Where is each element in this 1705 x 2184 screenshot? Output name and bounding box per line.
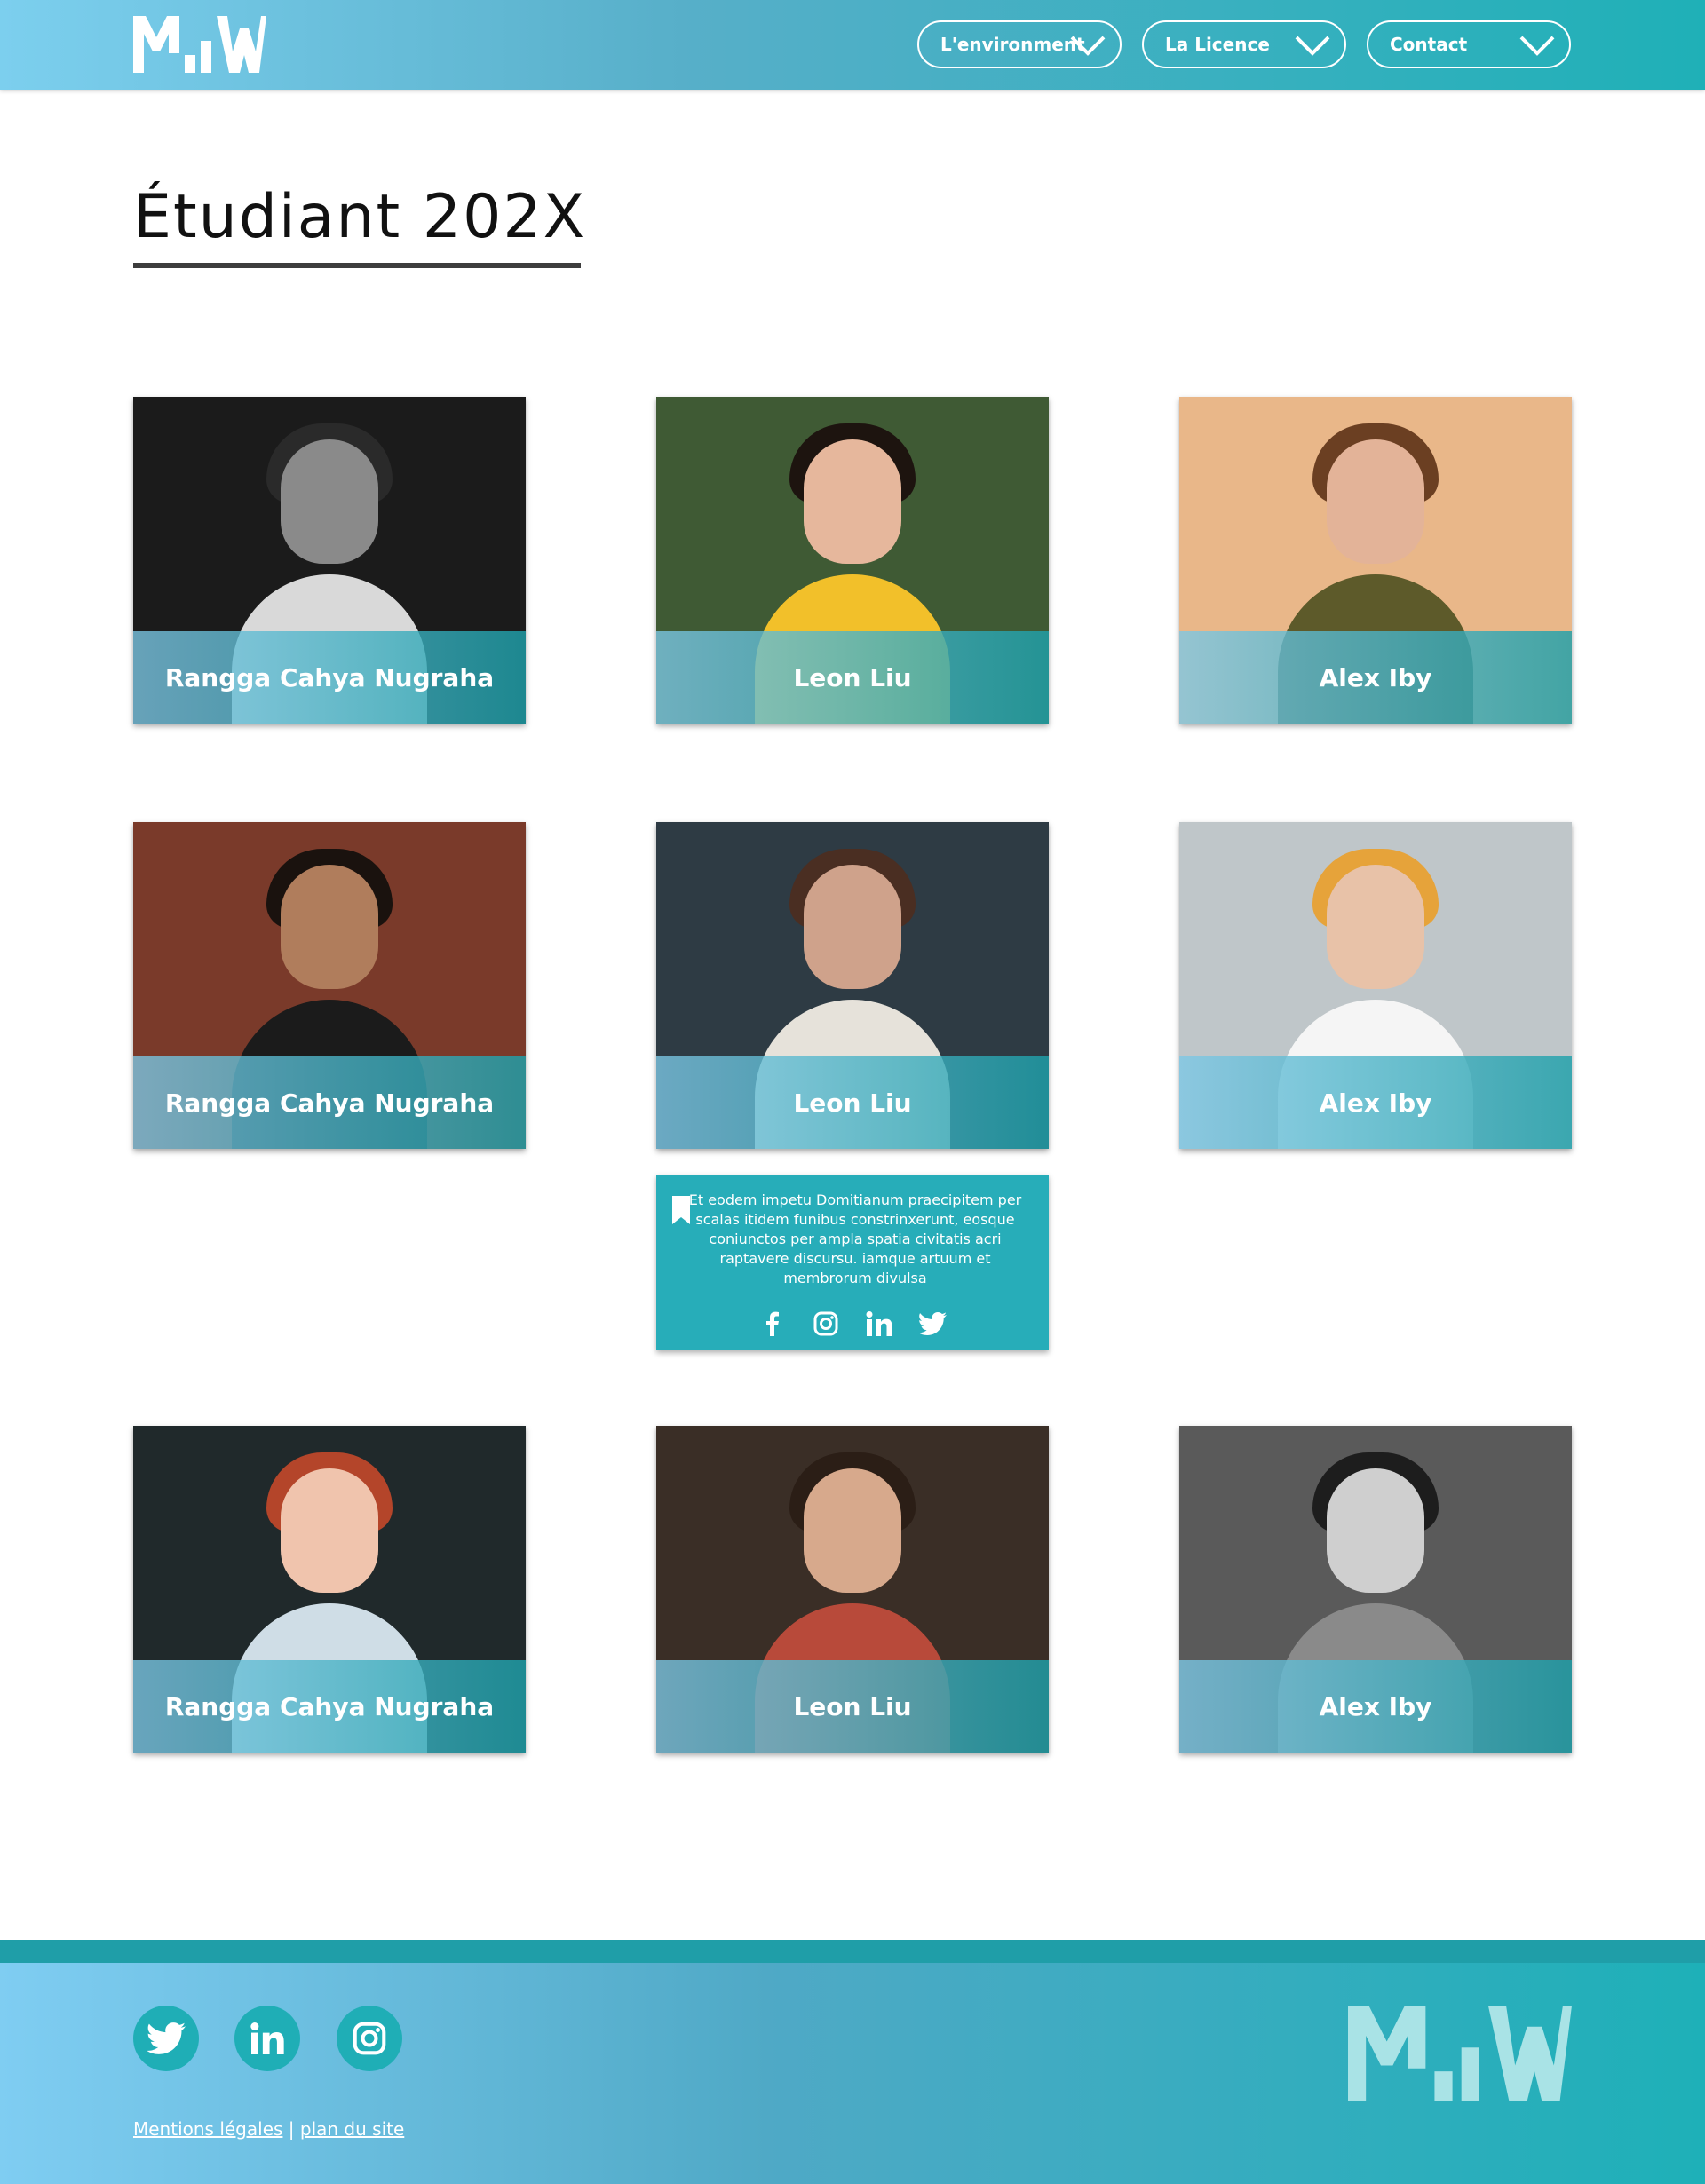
student-name: Leon Liu (793, 1691, 912, 1721)
student-bio: Et eodem impetu Domitianum praecipitem p… (688, 1191, 1022, 1286)
student-name: Rangga Cahya Nugraha (164, 1691, 495, 1721)
nav-label: Contact (1390, 34, 1468, 55)
student-name: Rangga Cahya Nugraha (164, 1088, 495, 1118)
student-card-selected[interactable]: Leon Liu (656, 822, 1049, 1149)
linkedin-icon[interactable] (865, 1310, 893, 1338)
student-name: Leon Liu (793, 1088, 912, 1118)
name-band: Alex Iby (1179, 1056, 1572, 1149)
student-card[interactable]: Alex Iby (1179, 822, 1572, 1149)
student-name: Rangga Cahya Nugraha (164, 662, 495, 692)
name-band: Rangga Cahya Nugraha (133, 631, 526, 724)
name-band: Rangga Cahya Nugraha (133, 1056, 526, 1149)
facebook-icon[interactable] (758, 1310, 787, 1338)
footer-separator: | (282, 2118, 300, 2140)
instagram-icon[interactable] (812, 1310, 840, 1338)
footer-top-bar (0, 1940, 1705, 1963)
nav-label: L'environment (940, 34, 1085, 55)
site-footer: Mentions légales | plan du site (0, 1963, 1705, 2184)
student-social-links (656, 1310, 1049, 1338)
sitemap-link[interactable]: plan du site (300, 2118, 404, 2140)
nav-label: La Licence (1165, 34, 1270, 55)
student-name: Leon Liu (793, 662, 912, 692)
student-card[interactable]: Alex Iby (1179, 397, 1572, 724)
name-band: Leon Liu (656, 1660, 1049, 1753)
name-band: Rangga Cahya Nugraha (133, 1660, 526, 1753)
chevron-down-icon (1519, 36, 1555, 56)
student-card[interactable]: Alex Iby (1179, 1426, 1572, 1753)
student-name: Alex Iby (1319, 1691, 1432, 1721)
twitter-icon[interactable] (918, 1310, 947, 1338)
miw-logo[interactable] (1348, 2005, 1572, 2102)
twitter-icon[interactable] (133, 2006, 199, 2071)
student-card[interactable]: Leon Liu (656, 1426, 1049, 1753)
nav-environment-dropdown[interactable]: L'environment (917, 20, 1122, 68)
student-card[interactable]: Rangga Cahya Nugraha (133, 822, 526, 1149)
name-band: Leon Liu (656, 631, 1049, 724)
student-card[interactable]: Rangga Cahya Nugraha (133, 397, 526, 724)
nav-contact-dropdown[interactable]: Contact (1367, 20, 1571, 68)
student-card[interactable]: Rangga Cahya Nugraha (133, 1426, 526, 1753)
name-band: Alex Iby (1179, 1660, 1572, 1753)
chevron-down-icon (1295, 36, 1330, 56)
legal-notice-link[interactable]: Mentions légales (133, 2118, 282, 2140)
footer-links: Mentions légales | plan du site (133, 2118, 404, 2140)
student-name: Alex Iby (1319, 1088, 1432, 1118)
page-title: Étudiant 202X (133, 182, 587, 252)
instagram-icon[interactable] (337, 2006, 402, 2071)
name-band: Leon Liu (656, 1056, 1049, 1149)
nav-licence-dropdown[interactable]: La Licence (1142, 20, 1346, 68)
name-band: Alex Iby (1179, 631, 1572, 724)
student-card[interactable]: Leon Liu (656, 397, 1049, 724)
site-header: L'environment La Licence Contact (0, 0, 1705, 90)
student-detail-panel: Et eodem impetu Domitianum praecipitem p… (656, 1175, 1049, 1350)
linkedin-icon[interactable] (234, 2006, 300, 2071)
student-name: Alex Iby (1319, 662, 1432, 692)
title-underline (133, 263, 581, 268)
chevron-down-icon (1070, 36, 1106, 56)
miw-logo[interactable] (133, 16, 266, 73)
